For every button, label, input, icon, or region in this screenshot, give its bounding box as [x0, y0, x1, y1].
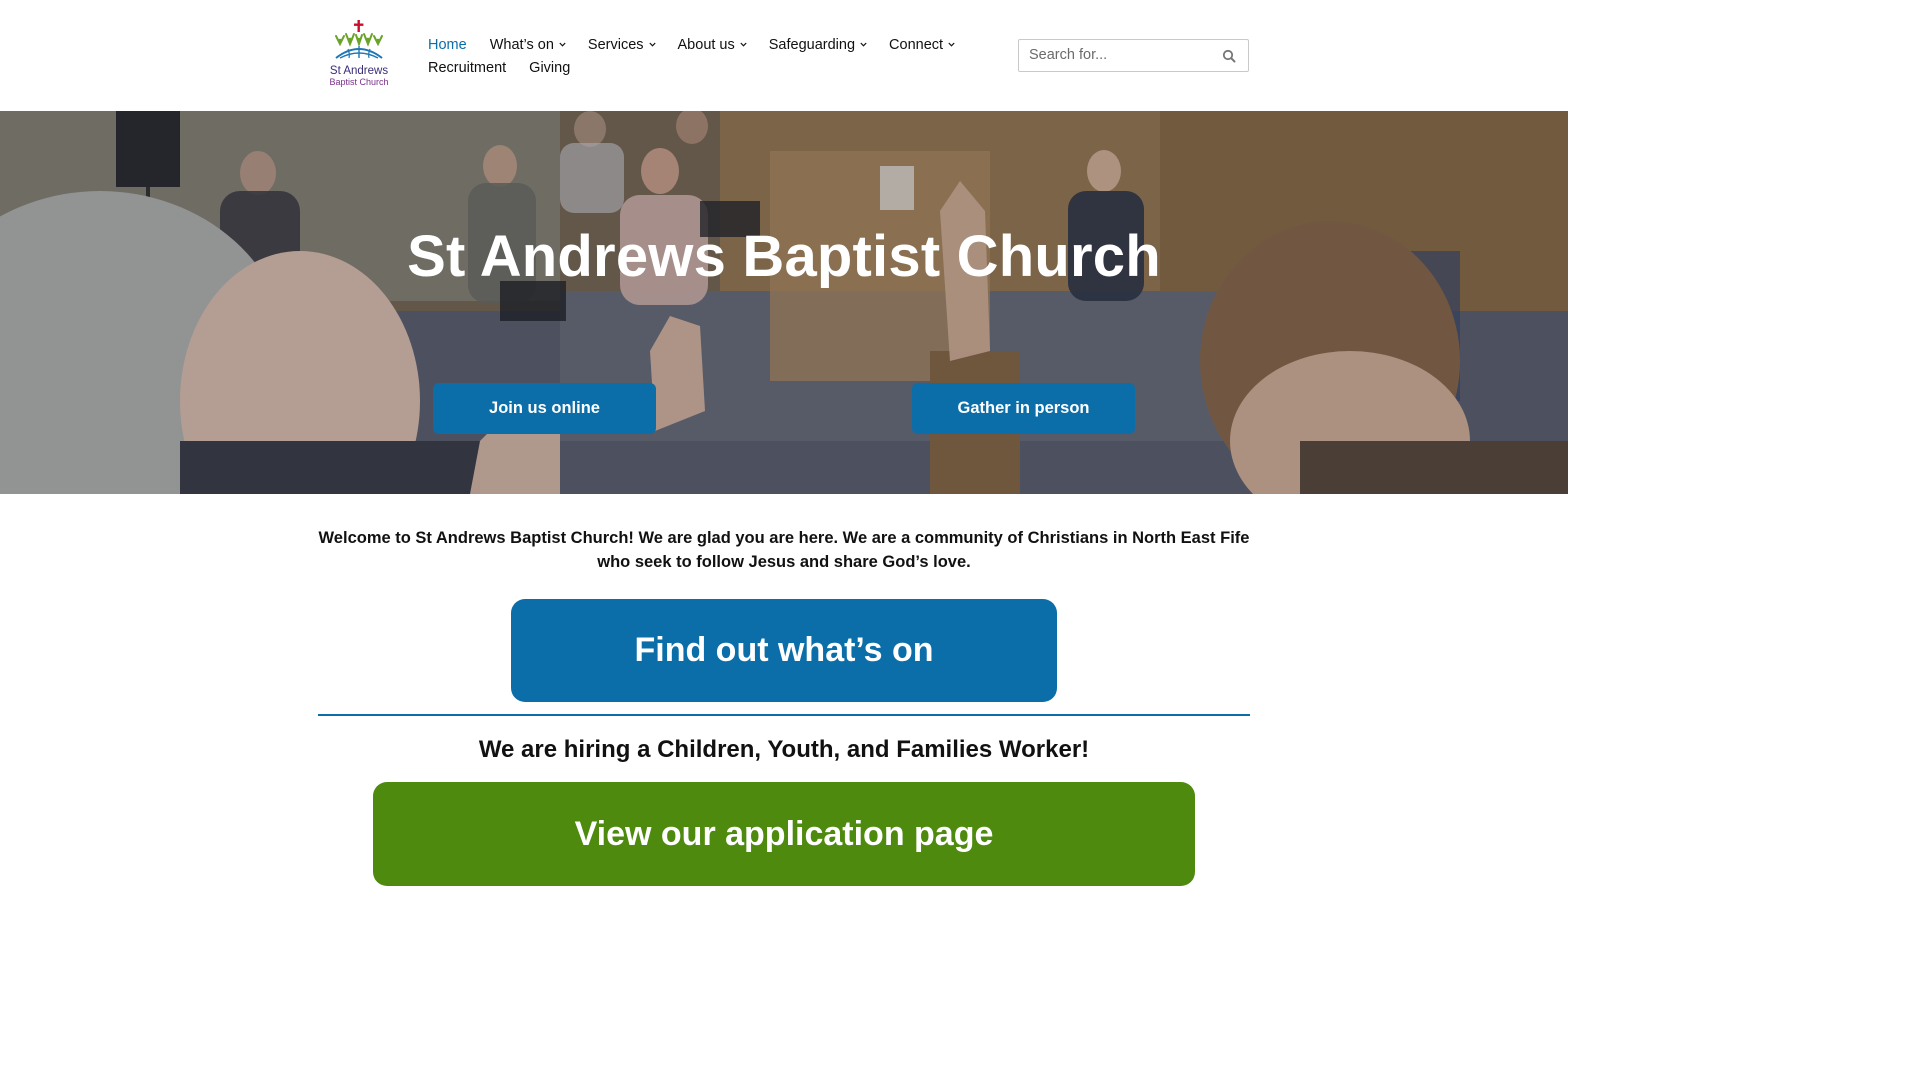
chevron-down-icon [559, 42, 566, 48]
nav-item-label: Services [587, 36, 644, 53]
chevron-down-icon [860, 42, 867, 48]
search-box [1018, 39, 1249, 72]
nav-item-connect[interactable]: Connect [889, 36, 955, 53]
svg-text:Baptist Church: Baptist Church [329, 77, 388, 87]
nav-item-safeguarding[interactable]: Safeguarding [768, 36, 867, 53]
chevron-down-icon [648, 42, 656, 48]
nav-item-label: About us [677, 36, 735, 53]
nav-item-label: What’s on [489, 36, 554, 53]
nav-item-whats-on[interactable]: What’s on [489, 36, 566, 53]
nav-item-about-us[interactable]: About us [677, 36, 747, 53]
search-icon[interactable] [1222, 49, 1236, 63]
hiring-heading: We are hiring a Children, Youth, and Fam… [478, 736, 1090, 763]
hero-banner: St Andrews Baptist Church Join us online… [0, 111, 1568, 494]
application-page-button[interactable]: View our application page [373, 782, 1195, 886]
gather-in-person-button[interactable]: Gather in person [912, 383, 1135, 434]
nav-item-label: Safeguarding [768, 36, 856, 53]
search-input[interactable] [1029, 40, 1219, 70]
hero-title: St Andrews Baptist Church [407, 224, 1161, 289]
nav-item-recruitment[interactable]: Recruitment [428, 60, 506, 76]
main-navigation: Home What’s on Services About us Safegua… [428, 34, 988, 80]
nav-item-home[interactable]: Home [428, 37, 467, 53]
nav-item-label: Connect [889, 36, 944, 53]
chevron-down-icon [740, 42, 747, 48]
join-online-button[interactable]: Join us online [433, 383, 656, 434]
svg-text:St Andrews: St Andrews [330, 65, 388, 77]
section-divider [318, 714, 1250, 716]
nav-item-label: Giving [529, 59, 571, 76]
site-header: St Andrews Baptist Church Home What’s on… [0, 0, 1568, 111]
welcome-text: Welcome to St Andrews Baptist Church! We… [318, 529, 1250, 571]
logo-emblem: St Andrews Baptist Church [329, 20, 389, 87]
find-whats-on-button[interactable]: Find out what’s on [511, 599, 1057, 702]
chevron-down-icon [948, 42, 955, 48]
nav-item-label: Recruitment [428, 59, 507, 76]
church-logo[interactable]: St Andrews Baptist Church [326, 18, 392, 90]
nav-row-primary: Home What’s on Services About us Safegua… [428, 34, 988, 55]
nav-item-giving[interactable]: Giving [529, 60, 570, 76]
nav-item-label: Home [428, 36, 467, 53]
nav-item-services[interactable]: Services [587, 36, 656, 53]
hero-overlay [0, 111, 1568, 494]
nav-row-secondary: Recruitment Giving [428, 57, 988, 78]
